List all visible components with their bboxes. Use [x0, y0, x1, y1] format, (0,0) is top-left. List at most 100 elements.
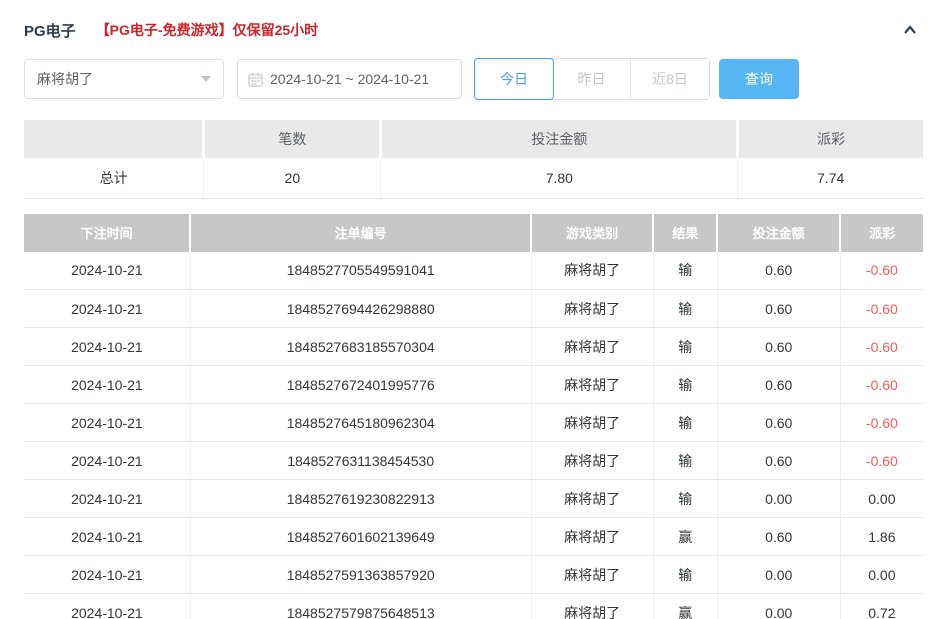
summary-total-row: 总计 20 7.80 7.74: [24, 158, 923, 199]
cell-game-type: 麻将胡了: [531, 479, 654, 518]
table-row: 2024-10-21 1848527683185570304 麻将胡了 输 0.…: [24, 327, 923, 366]
table-row: 2024-10-21 1848527631138454530 麻将胡了 输 0.…: [24, 441, 923, 480]
cell-result: 输: [653, 365, 718, 404]
cell-order-id: 1848527591363857920: [190, 555, 532, 594]
quick-button-yesterday[interactable]: 昨日: [553, 59, 631, 99]
cell-order-id: 1848527631138454530: [190, 441, 532, 480]
cell-payout: -0.60: [840, 327, 923, 366]
cell-payout: -0.60: [840, 365, 923, 404]
cell-order-id: 1848527672401995776: [190, 365, 532, 404]
cell-result: 赢: [653, 593, 718, 619]
table-row: 2024-10-21 1848527694426298880 麻将胡了 输 0.…: [24, 289, 923, 328]
cell-result: 输: [653, 555, 718, 594]
cell-game-type: 麻将胡了: [531, 441, 654, 480]
game-select[interactable]: 麻将胡了: [24, 59, 224, 99]
calendar-icon: [248, 72, 263, 87]
cell-bet-amount: 0.60: [717, 289, 841, 328]
cell-bet-amount: 0.00: [717, 479, 841, 518]
cell-bet-time: 2024-10-21: [24, 365, 191, 404]
cell-bet-amount: 0.60: [717, 441, 841, 480]
cell-game-type: 麻将胡了: [531, 327, 654, 366]
cell-bet-time: 2024-10-21: [24, 289, 191, 328]
cell-result: 赢: [653, 517, 718, 556]
cell-result: 输: [653, 479, 718, 518]
cell-bet-amount: 0.60: [717, 365, 841, 404]
records-header-row: 下注时间 注单编号 游戏类别 结果 投注金额 派彩: [24, 213, 923, 252]
cell-bet-amount: 0.00: [717, 555, 841, 594]
records-table: 下注时间 注单编号 游戏类别 结果 投注金额 派彩 2024-10-21 184…: [24, 213, 923, 619]
quick-button-last8days[interactable]: 近8日: [631, 59, 709, 99]
filter-bar: 麻将胡了 2024-10-21 ~ 2024-10-21 今日 昨日 近8日 查…: [24, 58, 923, 100]
panel-header: PG电子 【PG电子-免费游戏】仅保留25小时: [24, 0, 923, 42]
cell-result: 输: [653, 441, 718, 480]
table-row: 2024-10-21 1848527591363857920 麻将胡了 输 0.…: [24, 555, 923, 594]
search-button[interactable]: 查询: [719, 59, 799, 99]
cell-result: 输: [653, 327, 718, 366]
cell-game-type: 麻将胡了: [531, 251, 654, 290]
cell-bet-time: 2024-10-21: [24, 517, 191, 556]
summary-total-count: 20: [203, 158, 382, 199]
table-row: 2024-10-21 1848527601602139649 麻将胡了 赢 0.…: [24, 517, 923, 556]
free-game-notice: 【PG电子-免费游戏】仅保留25小时: [95, 22, 319, 38]
cell-payout: -0.60: [840, 441, 923, 480]
cell-payout: -0.60: [840, 251, 923, 290]
cell-game-type: 麻将胡了: [531, 593, 654, 619]
cell-result: 输: [653, 251, 718, 290]
cell-order-id: 1848527645180962304: [190, 403, 532, 442]
cell-bet-time: 2024-10-21: [24, 441, 191, 480]
summary-total-payout: 7.74: [737, 158, 923, 199]
cell-bet-time: 2024-10-21: [24, 479, 191, 518]
cell-order-id: 1848527601602139649: [190, 517, 532, 556]
cell-result: 输: [653, 289, 718, 328]
cell-game-type: 麻将胡了: [531, 403, 654, 442]
summary-header-payout: 派彩: [737, 120, 923, 158]
betting-records-panel: PG电子 【PG电子-免费游戏】仅保留25小时 麻将胡了 2024-10-21 …: [0, 0, 947, 619]
records-tbody: 2024-10-21 1848527705549591041 麻将胡了 输 0.…: [24, 251, 923, 619]
table-row: 2024-10-21 1848527579875648513 麻将胡了 赢 0.…: [24, 593, 923, 619]
records-header-bet-amount: 投注金额: [717, 213, 842, 252]
cell-bet-amount: 0.00: [717, 593, 841, 619]
quick-button-today[interactable]: 今日: [474, 58, 554, 100]
table-row: 2024-10-21 1848527705549591041 麻将胡了 输 0.…: [24, 251, 923, 290]
cell-payout: -0.60: [840, 289, 923, 328]
table-row: 2024-10-21 1848527619230822913 麻将胡了 输 0.…: [24, 479, 923, 518]
cell-payout: 0.00: [840, 479, 923, 518]
panel-title: PG电子: [24, 22, 76, 40]
cell-bet-time: 2024-10-21: [24, 593, 191, 619]
cell-bet-amount: 0.60: [717, 403, 841, 442]
cell-order-id: 1848527683185570304: [190, 327, 532, 366]
cell-game-type: 麻将胡了: [531, 555, 654, 594]
summary-total-label: 总计: [24, 158, 205, 199]
cell-payout: 1.86: [840, 517, 923, 556]
cell-bet-time: 2024-10-21: [24, 403, 191, 442]
summary-table: 笔数 投注金额 派彩 总计 20 7.80 7.74: [24, 120, 923, 199]
cell-order-id: 1848527579875648513: [190, 593, 532, 619]
date-range-input[interactable]: 2024-10-21 ~ 2024-10-21: [237, 59, 462, 99]
cell-payout: 0.72: [840, 593, 923, 619]
quick-date-button-group: 今日 昨日 近8日: [474, 58, 710, 100]
collapse-panel-button[interactable]: [897, 18, 923, 42]
cell-bet-amount: 0.60: [717, 327, 841, 366]
cell-order-id: 1848527619230822913: [190, 479, 532, 518]
records-header-order-id: 注单编号: [190, 213, 533, 252]
records-header-result: 结果: [653, 213, 719, 252]
cell-bet-amount: 0.60: [717, 517, 841, 556]
cell-game-type: 麻将胡了: [531, 289, 654, 328]
chevron-up-icon: [904, 25, 916, 34]
summary-header-blank: [24, 120, 206, 158]
cell-bet-amount: 0.60: [717, 251, 841, 290]
cell-bet-time: 2024-10-21: [24, 555, 191, 594]
summary-header-count: 笔数: [203, 120, 383, 158]
cell-payout: -0.60: [840, 403, 923, 442]
game-select-value: 麻将胡了: [37, 71, 93, 87]
table-row: 2024-10-21 1848527672401995776 麻将胡了 输 0.…: [24, 365, 923, 404]
summary-header-row: 笔数 投注金额 派彩: [24, 120, 923, 158]
date-range-value: 2024-10-21 ~ 2024-10-21: [270, 71, 430, 87]
cell-game-type: 麻将胡了: [531, 365, 654, 404]
summary-total-bet-amount: 7.80: [380, 158, 739, 199]
table-row: 2024-10-21 1848527645180962304 麻将胡了 输 0.…: [24, 403, 923, 442]
records-header-payout: 派彩: [840, 213, 923, 252]
caret-down-icon: [201, 76, 211, 82]
cell-payout: 0.00: [840, 555, 923, 594]
cell-order-id: 1848527705549591041: [190, 251, 532, 290]
